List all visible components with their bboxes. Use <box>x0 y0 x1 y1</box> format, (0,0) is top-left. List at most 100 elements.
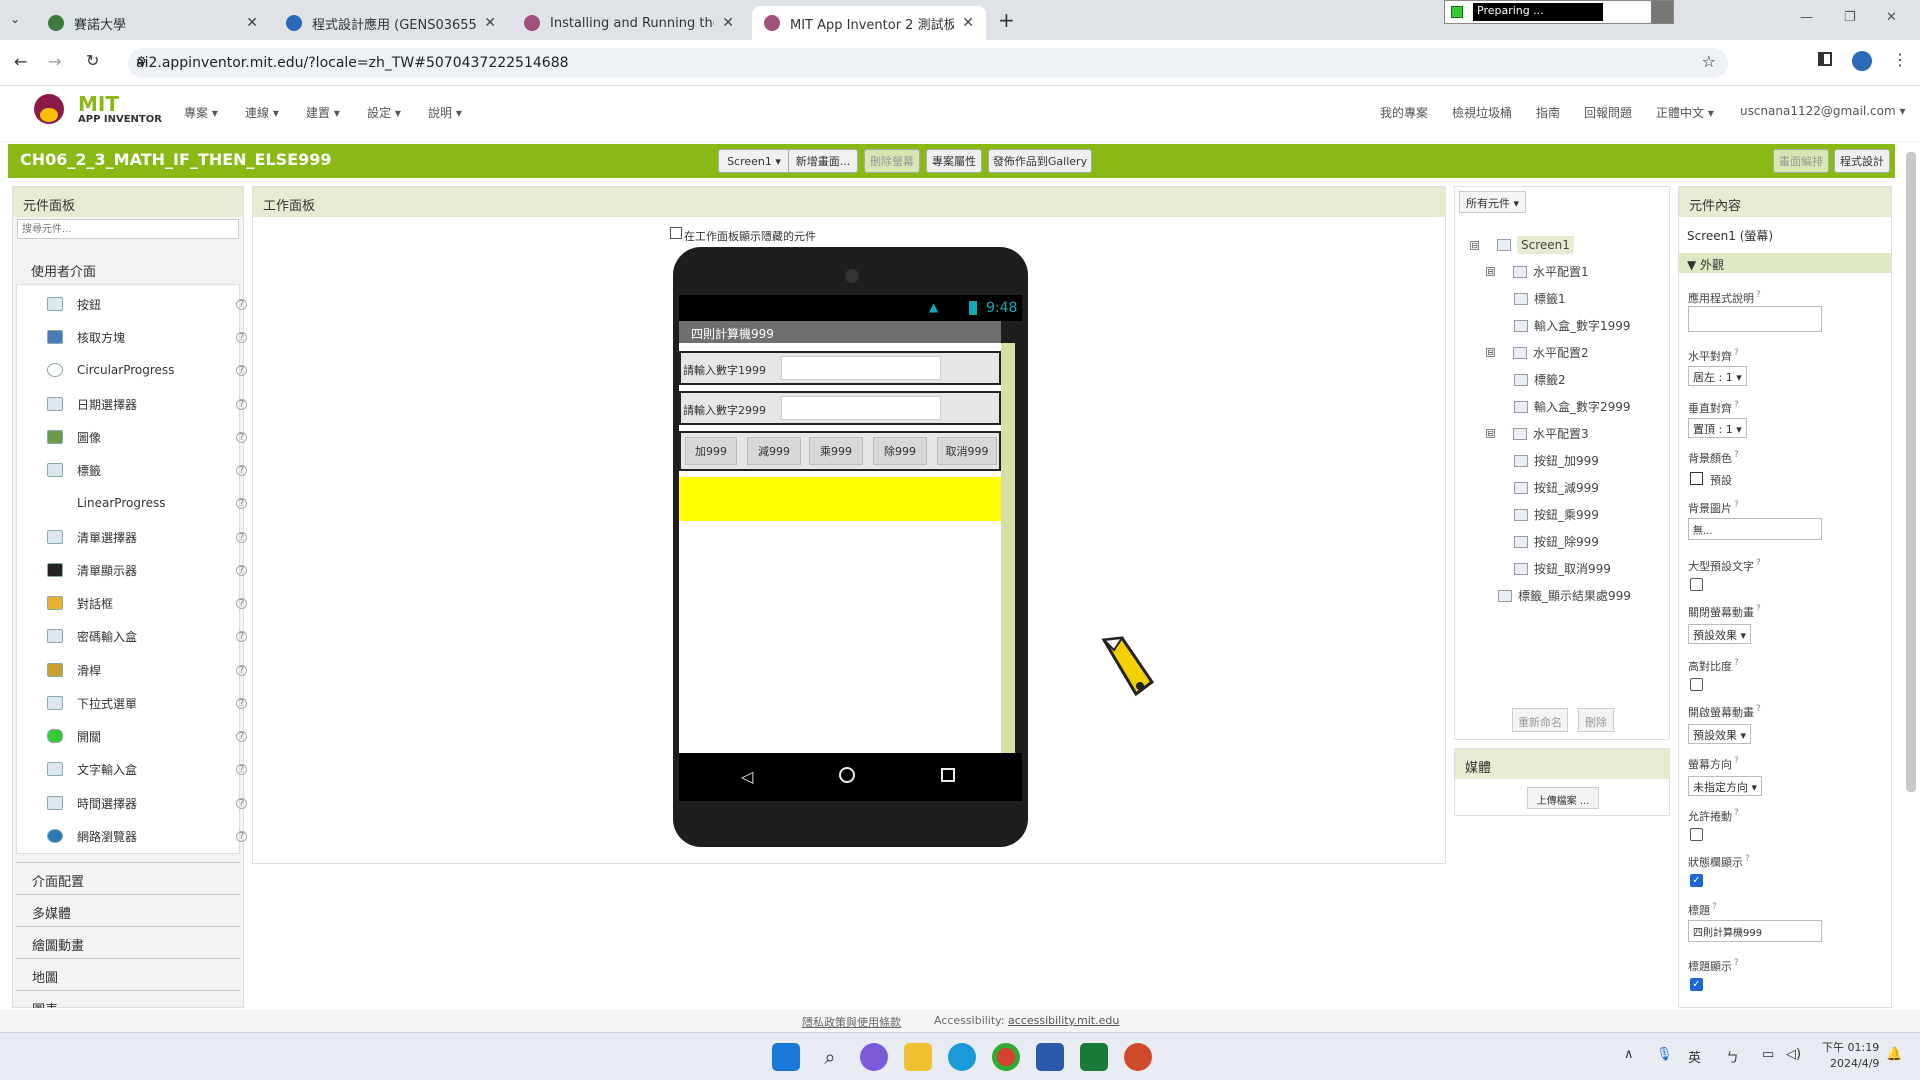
palette-item-button[interactable]: 按鈕? <box>47 293 247 315</box>
new-tab-button[interactable]: + <box>998 8 1015 32</box>
help-icon[interactable]: ? <box>236 730 247 742</box>
project-properties-button[interactable]: 專案屬性 <box>926 149 982 173</box>
prop-close-anim-select[interactable]: 預設效果 ▾ <box>1688 624 1752 644</box>
close-icon[interactable]: ✕ <box>962 15 974 31</box>
prop-align-v-select[interactable]: 置頂 : 1 ▾ <box>1688 418 1747 438</box>
windows-start-icon[interactable] <box>772 1043 800 1071</box>
back-icon[interactable]: ← <box>14 52 27 71</box>
help-icon[interactable]: ? <box>236 763 247 775</box>
subtract-button[interactable]: 減999 <box>747 437 801 465</box>
search-icon[interactable]: ⌕ <box>816 1043 844 1071</box>
prop-orientation-select[interactable]: 未指定方向 ▾ <box>1688 776 1763 796</box>
tree-node[interactable]: 按鈕_乘999 <box>1502 506 1599 523</box>
prop-app-desc-input[interactable] <box>1688 306 1822 332</box>
close-icon[interactable]: ✕ <box>246 15 258 31</box>
page-scrollbar[interactable] <box>1906 152 1916 792</box>
help-icon[interactable]: ? <box>236 364 247 376</box>
palette-category-ui[interactable]: 使用者介面 <box>31 261 96 280</box>
volume-icon[interactable]: ◁) <box>1786 1047 1801 1062</box>
window-close-icon[interactable]: ✕ <box>1886 10 1897 25</box>
prop-bg-image-input[interactable]: 無... <box>1688 518 1822 540</box>
tree-node[interactable]: 按鈕_取消999 <box>1502 560 1611 577</box>
ime-indicator[interactable]: 英 <box>1688 1047 1701 1066</box>
prop-big-font-checkbox[interactable] <box>1690 578 1703 591</box>
home-nav-icon[interactable] <box>839 767 855 783</box>
palette-category-maps[interactable]: 地圖 <box>16 958 240 988</box>
cancel-button[interactable]: 取消999 <box>937 437 997 465</box>
word-icon[interactable] <box>1036 1043 1064 1071</box>
excel-icon[interactable] <box>1080 1043 1108 1071</box>
tree-node[interactable]: 按鈕_加999 <box>1502 452 1599 469</box>
tree-node[interactable]: 按鈕_除999 <box>1502 533 1599 550</box>
url-field[interactable]: ⚙ ai2.appinventor.mit.edu/?locale=zh_TW#… <box>128 48 1728 78</box>
prop-bg-color-swatch[interactable] <box>1690 472 1703 485</box>
palette-item-label[interactable]: 標籤? <box>47 459 247 481</box>
my-projects-link[interactable]: 我的專案 <box>1380 104 1428 121</box>
collapse-toggle-icon[interactable]: ⊟ <box>1486 267 1495 276</box>
menu-help[interactable]: 說明 ▾ <box>428 104 462 121</box>
help-icon[interactable]: ? <box>236 664 247 676</box>
palette-item-notifier[interactable]: 對話框? <box>47 592 247 614</box>
help-icon[interactable]: ? <box>236 697 247 709</box>
trash-link[interactable]: 檢視垃圾桶 <box>1452 104 1512 121</box>
back-nav-icon[interactable]: ◁ <box>741 767 753 786</box>
help-icon[interactable]: ? <box>236 630 247 642</box>
add-button[interactable]: 加999 <box>685 437 737 465</box>
site-info-icon[interactable]: ⚙ <box>136 54 147 68</box>
copilot-icon[interactable] <box>860 1043 888 1071</box>
tree-node[interactable]: 輸入盒_數字1999 <box>1502 317 1631 334</box>
help-icon[interactable]: ? <box>236 464 247 476</box>
palette-item-slider[interactable]: 滑桿? <box>47 659 247 681</box>
powerpoint-icon[interactable] <box>1124 1043 1152 1071</box>
palette-item-timepicker[interactable]: 時間選擇器? <box>47 792 247 814</box>
file-explorer-icon[interactable] <box>904 1043 932 1071</box>
all-components-select[interactable]: 所有元件 ▾ <box>1459 191 1527 213</box>
menu-build[interactable]: 建置 ▾ <box>306 104 340 121</box>
palette-item-listview[interactable]: 清單顯示器? <box>47 559 247 581</box>
designer-button[interactable]: 畫面編排 <box>1773 149 1829 173</box>
collapse-toggle-icon[interactable]: ⊟ <box>1486 429 1495 438</box>
help-icon[interactable]: ? <box>236 331 247 343</box>
prop-high-contrast-checkbox[interactable] <box>1690 678 1703 691</box>
palette-category-charts[interactable]: 圖表 <box>16 990 240 1008</box>
textbox-number2[interactable] <box>781 396 941 420</box>
prop-open-anim-select[interactable]: 預設效果 ▾ <box>1688 724 1752 744</box>
prop-bg-color-value[interactable]: 預設 <box>1710 472 1732 488</box>
ime-mode-icon[interactable]: ㄅ <box>1726 1047 1739 1066</box>
edge-icon[interactable] <box>948 1043 976 1071</box>
report-issue-link[interactable]: 回報問題 <box>1584 104 1632 121</box>
help-icon[interactable]: ? <box>236 564 247 576</box>
blocks-button[interactable]: 程式設計 <box>1834 149 1890 173</box>
palette-item-checkbox[interactable]: 核取方塊? <box>47 326 247 348</box>
palette-item-datepicker[interactable]: 日期選擇器? <box>47 393 247 415</box>
tab-3[interactable]: Installing and Running the Em ✕ <box>512 6 746 40</box>
tree-node[interactable]: 輸入盒_數字2999 <box>1502 398 1631 415</box>
tab-2[interactable]: 程式設計應用 (GENS03655A1 ✕ <box>274 6 508 40</box>
privacy-link[interactable]: 隱私政策與使用條款 <box>802 1014 901 1030</box>
close-icon[interactable]: ✕ <box>722 15 734 31</box>
collapse-toggle-icon[interactable]: ⊟ <box>1470 240 1479 250</box>
help-icon[interactable]: ? <box>236 497 247 509</box>
palette-category-layout[interactable]: 介面配置 <box>16 862 240 892</box>
remove-screen-button[interactable]: 刪除螢幕 <box>864 149 920 173</box>
tree-node[interactable]: 按鈕_減999 <box>1502 479 1599 496</box>
help-icon[interactable]: ? <box>236 398 247 410</box>
help-icon[interactable]: ? <box>236 431 247 443</box>
restore-icon[interactable]: ❐ <box>1844 10 1856 25</box>
screen-select[interactable]: Screen1 ▾ <box>718 149 790 173</box>
network-icon[interactable]: ▭ <box>1762 1047 1774 1062</box>
tray-chevron-icon[interactable]: ∧ <box>1624 1047 1634 1062</box>
tree-node[interactable]: 標籤2 <box>1502 371 1566 388</box>
horizontal-arrangement-1[interactable]: 請輸入數字1999 <box>679 351 1001 385</box>
browser-menu-icon[interactable]: ⋮ <box>1892 50 1908 69</box>
help-icon[interactable]: ? <box>236 597 247 609</box>
divide-button[interactable]: 除999 <box>873 437 927 465</box>
palette-search-input[interactable] <box>17 219 239 239</box>
palette-category-drawing[interactable]: 繪圖動畫 <box>16 926 240 956</box>
profile-avatar[interactable] <box>1852 51 1872 71</box>
publish-gallery-button[interactable]: 發佈作品到Gallery <box>988 149 1092 173</box>
language-select[interactable]: 正體中文 ▾ <box>1656 104 1714 121</box>
palette-category-media[interactable]: 多媒體 <box>16 894 240 924</box>
prop-show-status-checkbox[interactable]: ✓ <box>1690 874 1703 887</box>
multiply-button[interactable]: 乘999 <box>809 437 863 465</box>
